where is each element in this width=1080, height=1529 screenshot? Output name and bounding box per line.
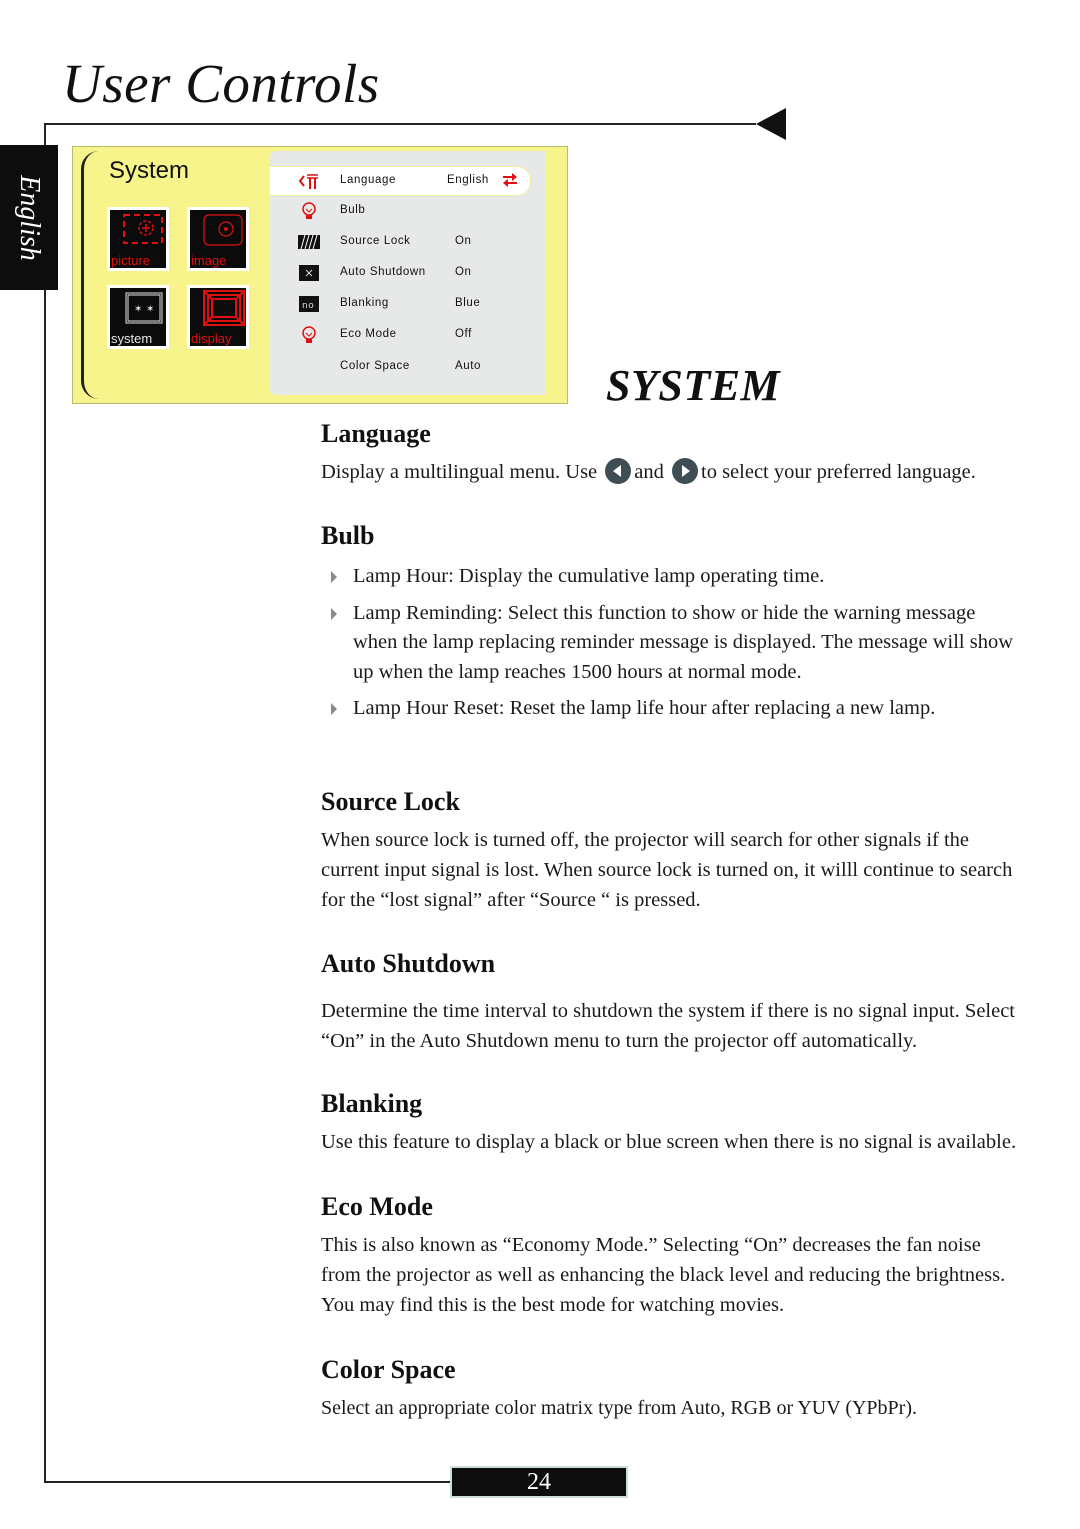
language-text-b: and (634, 461, 664, 483)
list-item-text: Lamp Hour Reset: Reset the lamp life hou… (353, 697, 936, 719)
section-auto-shutdown: Auto Shutdown Determine the time interva… (321, 948, 1021, 1056)
heading-eco-mode: Eco Mode (321, 1192, 433, 1221)
blanking-icon: no (299, 296, 319, 312)
language-description: Display a multilingual menu. Use and to … (321, 457, 1021, 487)
osd-item-bulb[interactable]: Bulb (270, 197, 530, 225)
heading-color-space: Color Space (321, 1355, 456, 1384)
heading-bulb: Bulb (321, 521, 375, 550)
osd-tile-label: display (191, 331, 232, 346)
eco-mode-icon (302, 326, 316, 343)
left-rule (44, 123, 46, 1482)
page-number: 24 (450, 1466, 628, 1498)
language-tab: English (0, 145, 58, 290)
auto-shutdown-description: Determine the time interval to shutdown … (321, 1000, 1016, 1052)
osd-item-label: Bulb (340, 204, 366, 216)
heading-source-lock: Source Lock (321, 787, 460, 816)
osd-item-color-space[interactable]: Color Space Auto (270, 353, 530, 381)
list-item-text: Lamp Hour: Display the cumulative lamp o… (353, 565, 825, 587)
osd-item-language[interactable]: Language English (270, 166, 531, 196)
section-color-space: Color Space Select an appropriate color … (321, 1354, 1021, 1423)
color-space-description: Select an appropriate color matrix type … (321, 1397, 917, 1419)
osd-item-value: Auto (455, 360, 482, 372)
osd-title: System (109, 157, 190, 184)
osd-item-label: Color Space (340, 360, 410, 372)
section-bulb: Bulb Lamp Hour: Display the cumulative l… (321, 520, 1021, 731)
top-rule (44, 123, 756, 125)
osd-item-label: Eco Mode (340, 328, 397, 340)
osd-item-value: English (447, 174, 489, 186)
list-item: Lamp Hour: Display the cumulative lamp o… (320, 562, 1021, 592)
list-item: Lamp Hour Reset: Reset the lamp life hou… (320, 694, 1021, 724)
osd-item-label: Auto Shutdown (340, 266, 426, 278)
page-title: User Controls (62, 53, 380, 114)
osd-item-eco-mode[interactable]: Eco Mode Off (270, 321, 530, 349)
bullet-triangle-icon (331, 571, 337, 583)
eco-mode-description: This is also known as “Economy Mode.” Se… (321, 1234, 1006, 1316)
blanking-description: Use this feature to display a black or b… (321, 1131, 1017, 1153)
osd-tile-picture[interactable]: picture (107, 207, 169, 271)
heading-blanking: Blanking (321, 1089, 423, 1118)
osd-tile-system[interactable]: ✶ ✶ system (107, 285, 169, 349)
osd-item-label: Language (340, 174, 396, 186)
osd-item-value: On (455, 235, 472, 247)
bulb-list: Lamp Hour: Display the cumulative lamp o… (320, 562, 1021, 724)
osd-item-value: Off (455, 328, 472, 340)
svg-text:no: no (302, 301, 314, 311)
auto-shutdown-icon (299, 265, 319, 281)
heading-auto-shutdown: Auto Shutdown (321, 949, 496, 978)
source-lock-description: When source lock is turned off, the proj… (321, 829, 1013, 911)
language-text-a: Display a multilingual menu. Use (321, 461, 598, 483)
language-tab-label: English (14, 174, 45, 261)
language-text-c: to select your preferred language. (701, 461, 976, 483)
section-title: SYSTEM (606, 361, 781, 410)
section-language: Language Display a multilingual menu. Us… (321, 418, 1021, 487)
swap-arrows-icon (503, 173, 517, 187)
section-blanking: Blanking Use this feature to display a b… (321, 1088, 1021, 1157)
left-arrow-button-icon (605, 458, 632, 484)
osd-item-value: On (455, 266, 472, 278)
osd-tile-display[interactable]: display (187, 285, 249, 349)
arrow-left-icon (756, 108, 786, 140)
osd-tile-image[interactable]: image (187, 207, 249, 271)
osd-item-auto-shutdown[interactable]: Auto Shutdown On (270, 259, 530, 287)
section-eco-mode: Eco Mode This is also known as “Economy … (321, 1191, 1021, 1320)
osd-tile-label: system (111, 331, 153, 346)
list-item-text: Lamp Reminding: Select this function to … (353, 601, 1014, 683)
osd-item-value: Blue (455, 297, 481, 309)
osd-tile-label: picture (111, 253, 151, 268)
section-source-lock: Source Lock When source lock is turned o… (321, 786, 1021, 915)
source-lock-icon (298, 234, 320, 250)
heading-language: Language (321, 419, 431, 448)
osd-item-source-lock[interactable]: Source Lock On (270, 228, 530, 256)
osd-item-label: Blanking (340, 297, 389, 309)
language-icon (298, 174, 318, 189)
osd-tile-label: image (191, 253, 227, 268)
right-arrow-button-icon (672, 458, 698, 484)
svg-text:✶: ✶ (146, 304, 154, 315)
svg-text:✶: ✶ (134, 304, 142, 315)
bullet-triangle-icon (331, 607, 337, 620)
list-item: Lamp Reminding: Select this function to … (320, 599, 1021, 688)
osd-item-label: Source Lock (340, 235, 411, 247)
osd-item-blanking[interactable]: no Blanking Blue (270, 290, 530, 318)
bulb-icon (302, 202, 316, 219)
bottom-rule (44, 1481, 450, 1483)
bullet-triangle-icon (331, 703, 337, 715)
